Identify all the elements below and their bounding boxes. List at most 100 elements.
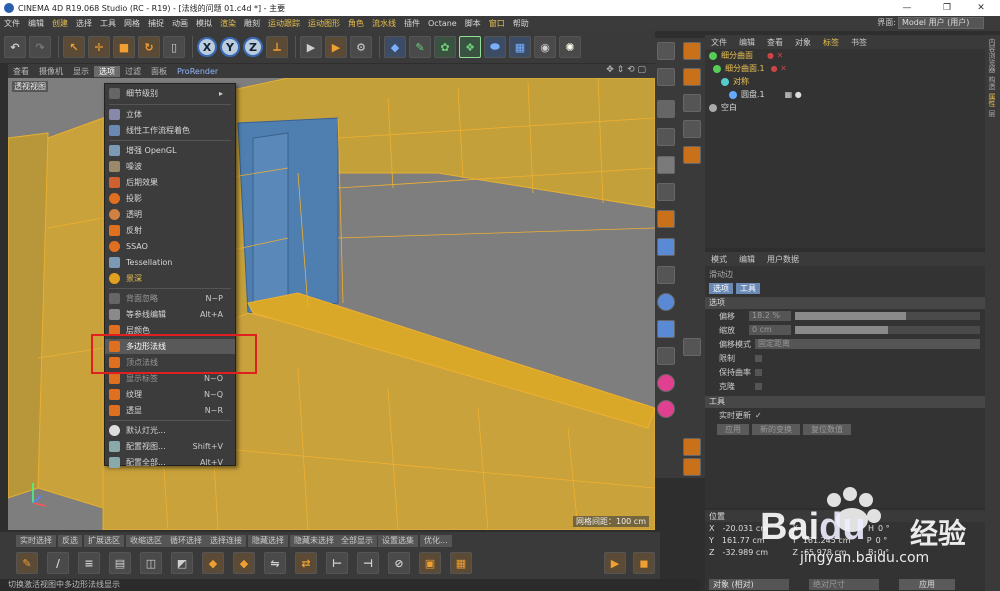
menu-plugins[interactable]: 插件 bbox=[400, 18, 424, 29]
hide-unselected-button[interactable]: 隐藏未选择 bbox=[290, 535, 338, 547]
menu-item-depth-of-field[interactable]: 景深 bbox=[105, 271, 235, 286]
attr-tab-options[interactable]: 选项 bbox=[709, 283, 733, 294]
scale-slider[interactable] bbox=[795, 326, 980, 334]
camera-icon[interactable]: ◉ bbox=[534, 36, 556, 58]
select-connected-button[interactable]: 选择连接 bbox=[206, 535, 246, 547]
menu-item-tessellation[interactable]: Tessellation bbox=[105, 255, 235, 270]
viewport-tab-prorender[interactable]: ProRender bbox=[172, 67, 223, 76]
menu-item-shadow[interactable]: 投影 bbox=[105, 191, 235, 206]
offset-field[interactable]: 18.2 % bbox=[749, 311, 791, 321]
minimize-button[interactable]: — bbox=[892, 0, 922, 16]
menu-item-isoparm-edit[interactable]: 等参线编辑 Alt+A bbox=[105, 307, 235, 322]
menu-character[interactable]: 角色 bbox=[344, 18, 368, 29]
scale-icon[interactable]: ■ bbox=[113, 36, 135, 58]
material-icon[interactable]: ◼ bbox=[633, 552, 655, 574]
menu-create[interactable]: 创建 bbox=[48, 18, 72, 29]
viewport-tab-options[interactable]: 选项 bbox=[94, 65, 120, 77]
texture-mode-icon[interactable] bbox=[657, 68, 675, 86]
menu-item-reflection[interactable]: 反射 bbox=[105, 223, 235, 238]
2d-view-icon[interactable] bbox=[683, 120, 701, 138]
brush-icon[interactable] bbox=[683, 458, 701, 476]
apply-button[interactable]: 应用 bbox=[717, 424, 749, 435]
menu-help[interactable]: 帮助 bbox=[509, 18, 533, 29]
y-axis-icon[interactable]: Y bbox=[220, 37, 240, 57]
workplane-icon[interactable] bbox=[683, 68, 701, 86]
pen-icon[interactable]: ✎ bbox=[409, 36, 431, 58]
object-row[interactable]: 空白 bbox=[705, 101, 985, 114]
optimize-button[interactable]: 优化... bbox=[420, 535, 452, 547]
menu-mograph[interactable]: 运动图形 bbox=[304, 18, 344, 29]
tab-structure[interactable]: 构造 bbox=[987, 76, 997, 90]
menu-file[interactable]: 文件 bbox=[0, 18, 24, 29]
menu-edit[interactable]: 编辑 bbox=[24, 18, 48, 29]
polygons-mode-icon[interactable] bbox=[657, 156, 675, 174]
joint-icon[interactable] bbox=[657, 266, 675, 284]
bridge-icon[interactable]: ≡ bbox=[78, 552, 100, 574]
recent-tool-icon[interactable]: ▯ bbox=[163, 36, 185, 58]
uv-mode-icon[interactable] bbox=[657, 210, 675, 228]
menu-item-post-effects[interactable]: 后期效果 bbox=[105, 175, 235, 190]
deformer-icon[interactable]: ⬬ bbox=[484, 36, 506, 58]
loop-selection-button[interactable]: 循环选择 bbox=[166, 535, 206, 547]
shrink-selection-button[interactable]: 收缩选区 bbox=[126, 535, 166, 547]
no-entry-icon[interactable]: ⊘ bbox=[388, 552, 410, 574]
menu-item-backface-culling[interactable]: 背面忽略 N~P bbox=[105, 291, 235, 306]
weld-icon[interactable]: ⊣ bbox=[357, 552, 379, 574]
material-tag-icon[interactable]: ▦ ● bbox=[785, 90, 802, 99]
om-menu-file[interactable]: 文件 bbox=[705, 37, 733, 48]
menu-animate[interactable]: 动画 bbox=[168, 18, 192, 29]
menu-item-configure-view[interactable]: 配置视图... Shift+V bbox=[105, 439, 235, 454]
menu-item-noise[interactable]: 噪波 bbox=[105, 159, 235, 174]
sphere-pink-2-icon[interactable] bbox=[657, 400, 675, 418]
visibility-dots-icon[interactable]: ● ✕ bbox=[771, 64, 787, 73]
menu-script[interactable]: 脚本 bbox=[461, 18, 485, 29]
cube-orange-2-icon[interactable]: ◆ bbox=[233, 552, 255, 574]
viewport-tab-view[interactable]: 查看 bbox=[8, 66, 34, 77]
invert-selection-button[interactable]: 反选 bbox=[58, 535, 82, 547]
render-view-icon[interactable]: ▶ bbox=[300, 36, 322, 58]
menu-pipeline[interactable]: 流水线 bbox=[368, 18, 400, 29]
coord-mode-select[interactable]: 对象 (相对) bbox=[709, 578, 789, 590]
menu-select[interactable]: 选择 bbox=[72, 18, 96, 29]
menu-item-enhanced-opengl[interactable]: 增强 OpenGL bbox=[105, 143, 235, 158]
snap-icon[interactable] bbox=[683, 42, 701, 60]
menu-window[interactable]: 窗口 bbox=[485, 18, 509, 29]
offset-mode-select[interactable]: 固定距离 bbox=[755, 339, 980, 349]
cube-icon[interactable]: ◆ bbox=[384, 36, 406, 58]
stitch-icon[interactable]: ⊢ bbox=[326, 552, 348, 574]
menu-item-textures[interactable]: 纹理 N~Q bbox=[105, 387, 235, 402]
undo-icon[interactable]: ↶ bbox=[4, 36, 26, 58]
subdivision-icon[interactable]: ✿ bbox=[434, 36, 456, 58]
render-settings-icon[interactable]: ⚙ bbox=[350, 36, 372, 58]
redo-icon[interactable]: ↷ bbox=[29, 36, 51, 58]
grid-icon[interactable]: ▦ bbox=[450, 552, 472, 574]
mirror-icon[interactable]: ⇋ bbox=[264, 552, 286, 574]
menu-item-ssao[interactable]: SSAO bbox=[105, 239, 235, 254]
clone-checkbox[interactable] bbox=[755, 382, 762, 390]
object-mode-icon[interactable] bbox=[657, 183, 675, 201]
maximize-button[interactable]: ❐ bbox=[932, 0, 962, 16]
coord-apply-button[interactable]: 应用 bbox=[899, 578, 955, 590]
limit-checkbox[interactable] bbox=[755, 354, 762, 362]
tab-attributes[interactable]: 属性 bbox=[987, 93, 997, 107]
object-row[interactable]: 细分曲面.1 ● ✕ bbox=[705, 62, 985, 75]
points-mode-icon[interactable] bbox=[657, 100, 675, 118]
paint-brush-icon[interactable]: ✎ bbox=[16, 552, 38, 574]
offset-slider[interactable] bbox=[795, 312, 980, 320]
realtime-checkbox[interactable]: ✓ bbox=[755, 411, 762, 420]
grow-selection-button[interactable]: 扩展选区 bbox=[84, 535, 124, 547]
menu-item-default-light[interactable]: 默认灯光... bbox=[105, 423, 235, 438]
sphere-pink-icon[interactable] bbox=[657, 374, 675, 392]
attr-menu-mode[interactable]: 模式 bbox=[705, 254, 733, 265]
live-select-icon[interactable]: ↖ bbox=[63, 36, 85, 58]
viewport-tab-display[interactable]: 显示 bbox=[68, 66, 94, 77]
bevel-icon[interactable]: ◫ bbox=[140, 552, 162, 574]
menu-motion-tracker[interactable]: 运动跟踪 bbox=[264, 18, 304, 29]
solo-icon[interactable] bbox=[657, 347, 675, 365]
hide-selected-button[interactable]: 隐藏选择 bbox=[248, 535, 288, 547]
light-icon[interactable]: ✺ bbox=[559, 36, 581, 58]
floor-icon[interactable]: ▦ bbox=[509, 36, 531, 58]
om-menu-tags[interactable]: 标签 bbox=[817, 37, 845, 48]
menu-render[interactable]: 渲染 bbox=[216, 18, 240, 29]
z-axis-icon[interactable]: Z bbox=[243, 37, 263, 57]
